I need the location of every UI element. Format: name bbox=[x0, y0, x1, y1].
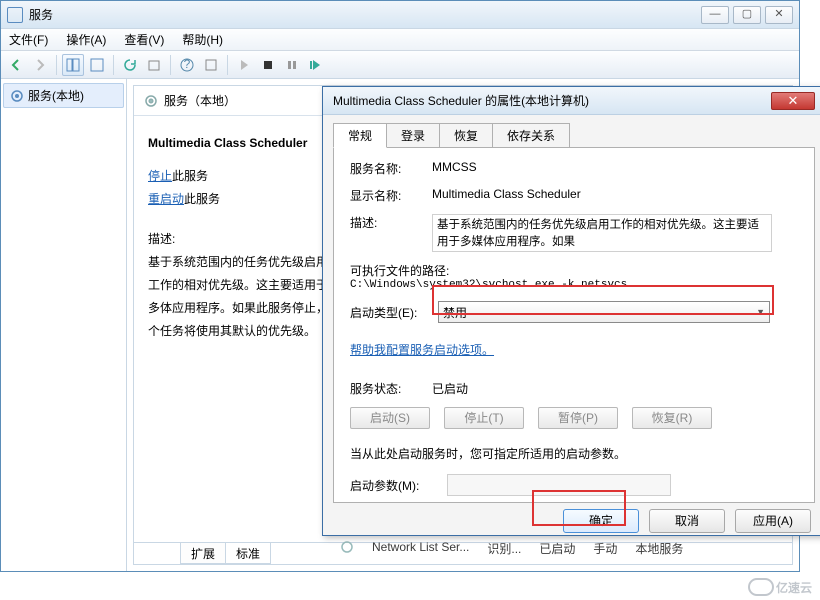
panel-button[interactable] bbox=[62, 54, 84, 76]
general-tab-pane: 服务名称:MMCSS 显示名称:Multimedia Class Schedul… bbox=[333, 147, 815, 503]
tab-standard[interactable]: 标准 bbox=[225, 543, 271, 564]
lbl-start-params: 启动参数(M): bbox=[350, 477, 419, 494]
dialog-titlebar: Multimedia Class Scheduler 的属性(本地计算机) ✕ bbox=[323, 87, 820, 115]
tab-logon[interactable]: 登录 bbox=[386, 123, 440, 148]
stop-icon[interactable] bbox=[257, 54, 279, 76]
list-button[interactable] bbox=[86, 54, 108, 76]
start-button[interactable]: 启动(S) bbox=[350, 407, 430, 429]
stop-suffix: 此服务 bbox=[172, 169, 208, 183]
cancel-button[interactable]: 取消 bbox=[649, 509, 725, 533]
highlight-startup bbox=[432, 285, 774, 315]
stop-button[interactable]: 停止(T) bbox=[444, 407, 524, 429]
tree-root[interactable]: 服务(本地) bbox=[3, 83, 124, 108]
menu-file[interactable]: 文件(F) bbox=[5, 29, 52, 50]
gear-icon bbox=[10, 89, 24, 103]
window-buttons: — ▢ ✕ bbox=[701, 6, 793, 24]
help-icon[interactable]: ? bbox=[176, 54, 198, 76]
resume-button[interactable]: 恢复(R) bbox=[632, 407, 712, 429]
tab-extended[interactable]: 扩展 bbox=[180, 543, 226, 564]
back-button[interactable] bbox=[5, 54, 27, 76]
properties-dialog: Multimedia Class Scheduler 的属性(本地计算机) ✕ … bbox=[322, 86, 820, 536]
dialog-tabs: 常规 登录 恢复 依存关系 bbox=[333, 123, 820, 148]
restart-link[interactable]: 重启动 bbox=[148, 192, 184, 206]
forward-button[interactable] bbox=[29, 54, 51, 76]
restart-icon[interactable] bbox=[305, 54, 327, 76]
close-button[interactable]: ✕ bbox=[765, 6, 793, 24]
apply-button[interactable]: 应用(A) bbox=[735, 509, 811, 533]
tab-dependencies[interactable]: 依存关系 bbox=[492, 123, 570, 148]
gear-icon bbox=[144, 94, 158, 108]
val-description: 基于系统范围内的任务优先级启用工作的相对优先级。这主要适用于多媒体应用程序。如果 bbox=[432, 214, 772, 252]
play-icon[interactable] bbox=[233, 54, 255, 76]
detail-heading: 服务（本地） bbox=[164, 92, 236, 109]
tree-pane: 服务(本地) bbox=[1, 79, 127, 571]
watermark-text: 亿速云 bbox=[776, 579, 812, 596]
lbl-description: 描述: bbox=[350, 214, 432, 252]
val-service-name: MMCSS bbox=[432, 160, 798, 177]
window-title: 服务 bbox=[29, 6, 53, 23]
tab-recovery[interactable]: 恢复 bbox=[439, 123, 493, 148]
highlight-ok bbox=[532, 490, 626, 526]
restart-suffix: 此服务 bbox=[184, 192, 220, 206]
dialog-title: Multimedia Class Scheduler 的属性(本地计算机) bbox=[333, 92, 589, 109]
menu-action[interactable]: 操作(A) bbox=[62, 29, 110, 50]
menu-help[interactable]: 帮助(H) bbox=[178, 29, 227, 50]
refresh-button[interactable] bbox=[119, 54, 141, 76]
stop-link[interactable]: 停止 bbox=[148, 169, 172, 183]
tree-root-label: 服务(本地) bbox=[28, 87, 84, 104]
dialog-close-button[interactable]: ✕ bbox=[771, 92, 815, 110]
titlebar: 服务 — ▢ ✕ bbox=[1, 1, 799, 29]
tab-general[interactable]: 常规 bbox=[333, 123, 387, 148]
svg-text:?: ? bbox=[184, 58, 191, 71]
export-button[interactable] bbox=[143, 54, 165, 76]
lbl-startup-type: 启动类型(E): bbox=[350, 304, 438, 321]
props-button[interactable] bbox=[200, 54, 222, 76]
pause-icon[interactable] bbox=[281, 54, 303, 76]
toolbar: ? bbox=[1, 51, 799, 79]
minimize-button[interactable]: — bbox=[701, 6, 729, 24]
cloud-icon bbox=[748, 578, 774, 596]
val-service-status: 已启动 bbox=[432, 380, 798, 397]
watermark: 亿速云 bbox=[748, 578, 812, 596]
desc-text: 基于系统范围内的任务优先级启用工作的相对优先级。这主要适用于多体应用程序。如果此… bbox=[148, 251, 328, 342]
app-icon bbox=[7, 7, 23, 23]
lbl-service-name: 服务名称: bbox=[350, 160, 432, 177]
maximize-button[interactable]: ▢ bbox=[733, 6, 761, 24]
pause-button[interactable]: 暂停(P) bbox=[538, 407, 618, 429]
startup-note: 当从此处启动服务时，您可指定所适用的启动参数。 bbox=[350, 445, 798, 462]
menu-view[interactable]: 查看(V) bbox=[120, 29, 168, 50]
lbl-exe-path: 可执行文件的路径: bbox=[350, 262, 798, 279]
menubar: 文件(F) 操作(A) 查看(V) 帮助(H) bbox=[1, 29, 799, 51]
lbl-display-name: 显示名称: bbox=[350, 187, 432, 204]
val-display-name: Multimedia Class Scheduler bbox=[432, 187, 798, 204]
help-link[interactable]: 帮助我配置服务启动选项。 bbox=[350, 341, 494, 358]
lbl-service-status: 服务状态: bbox=[350, 380, 432, 397]
